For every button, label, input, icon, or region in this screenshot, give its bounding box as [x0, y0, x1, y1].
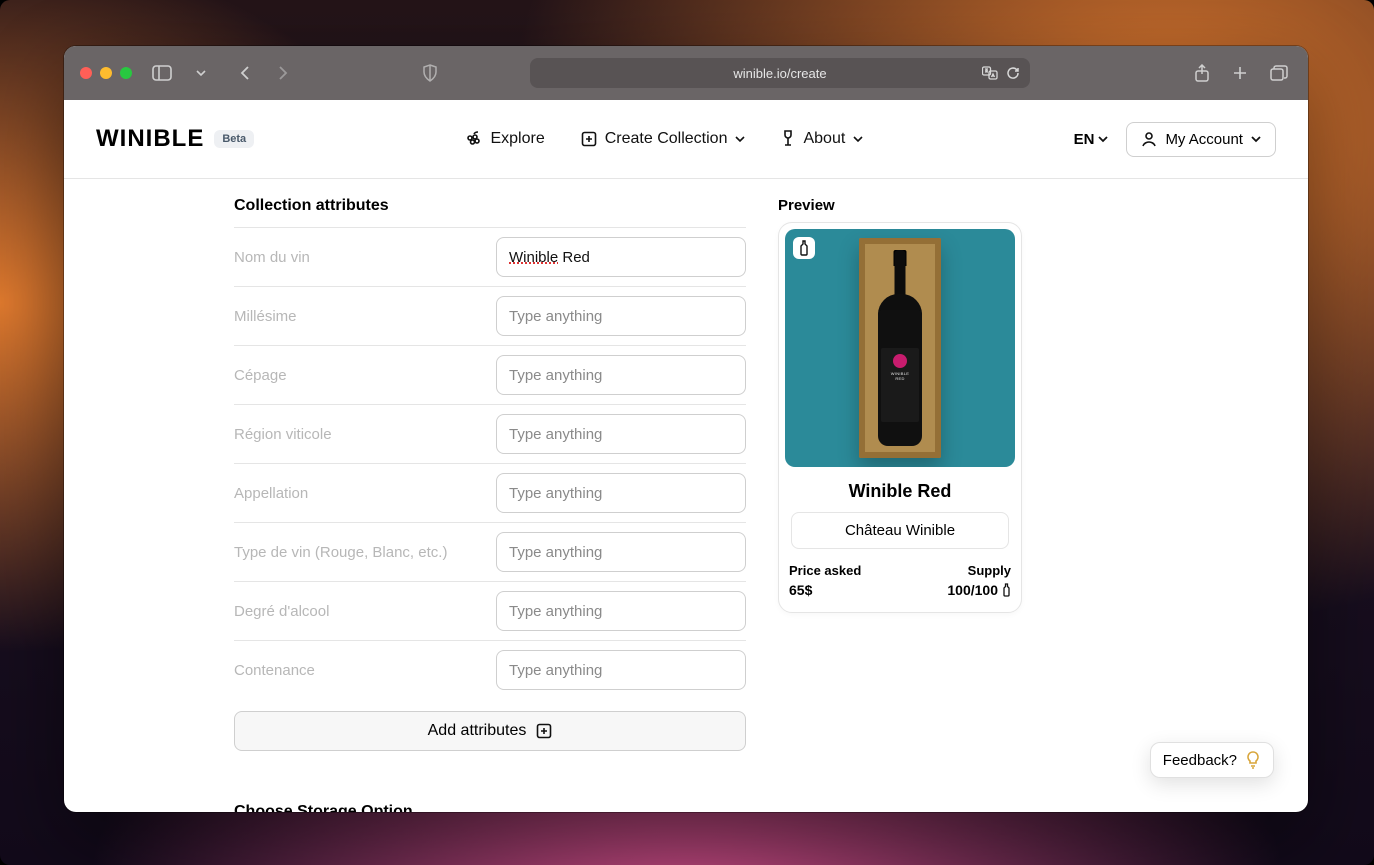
attribute-row: Type de vin (Rouge, Blanc, etc.): [234, 522, 746, 581]
preview-image: WINIBLERED: [785, 229, 1015, 467]
attribute-row: Millésime: [234, 286, 746, 345]
attribute-input[interactable]: Winible Red: [496, 237, 746, 277]
url-bar[interactable]: winible.io/create: [530, 58, 1030, 88]
preview-card: WINIBLERED Winible Red Château Winible P…: [778, 222, 1022, 613]
nav-explore[interactable]: Explore: [464, 130, 544, 148]
attribute-row: Degré d'alcool: [234, 581, 746, 640]
attribute-input[interactable]: [496, 532, 746, 572]
attribute-input[interactable]: [496, 591, 746, 631]
beta-badge: Beta: [214, 130, 254, 148]
attribute-row: Nom du vin Winible Red: [234, 227, 746, 286]
attribute-label: Région viticole: [234, 426, 484, 443]
account-button[interactable]: My Account: [1126, 122, 1276, 157]
supply-value: 100/100: [947, 582, 998, 598]
nav-about-label: About: [803, 130, 845, 148]
add-attributes-button[interactable]: Add attributes: [234, 711, 746, 751]
chevron-down-icon: [1251, 134, 1261, 144]
url-text: winible.io/create: [733, 66, 826, 81]
account-label: My Account: [1165, 131, 1243, 148]
traffic-lights: [80, 67, 132, 79]
attribute-input[interactable]: [496, 414, 746, 454]
bottle-label-line2: RED: [895, 376, 904, 381]
lightbulb-icon: [1245, 751, 1261, 769]
attribute-label: Type de vin (Rouge, Blanc, etc.): [234, 544, 484, 561]
chevron-down-icon[interactable]: [192, 64, 210, 82]
chevron-down-icon: [1098, 134, 1108, 144]
attribute-input[interactable]: [496, 296, 746, 336]
wine-glass-icon: [781, 130, 795, 148]
bottle-icon: [1002, 583, 1011, 597]
attribute-label: Contenance: [234, 662, 484, 679]
attribute-row: Cépage: [234, 345, 746, 404]
grape-icon: [464, 130, 482, 148]
reload-icon[interactable]: [1006, 66, 1020, 80]
new-tab-icon[interactable]: [1228, 61, 1252, 85]
language-label: EN: [1074, 131, 1095, 148]
chevron-down-icon: [735, 134, 745, 144]
nav-about[interactable]: About: [781, 130, 863, 148]
logo[interactable]: WINIBLE Beta: [96, 125, 254, 153]
price-label: Price asked: [789, 563, 861, 578]
translate-icon[interactable]: [982, 66, 998, 80]
fullscreen-window-button[interactable]: [120, 67, 132, 79]
feedback-button[interactable]: Feedback?: [1150, 742, 1274, 778]
shield-icon[interactable]: [418, 60, 442, 86]
section-heading-attributes: Collection attributes: [234, 197, 746, 215]
feedback-label: Feedback?: [1163, 752, 1237, 769]
attribute-label: Nom du vin: [234, 249, 484, 266]
forward-button[interactable]: [272, 61, 292, 85]
browser-toolbar: winible.io/create: [64, 46, 1308, 100]
attribute-row: Contenance: [234, 640, 746, 699]
back-button[interactable]: [236, 61, 256, 85]
site-header: WINIBLE Beta Explore: [64, 100, 1308, 179]
attribute-input[interactable]: [496, 355, 746, 395]
browser-window: winible.io/create: [64, 46, 1308, 812]
attribute-input[interactable]: [496, 650, 746, 690]
bottle-badge-icon: [793, 237, 815, 259]
attribute-row: Région viticole: [234, 404, 746, 463]
close-window-button[interactable]: [80, 67, 92, 79]
tabs-overview-icon[interactable]: [1266, 61, 1292, 85]
attribute-label: Cépage: [234, 367, 484, 384]
attribute-label: Millésime: [234, 308, 484, 325]
attribute-label: Appellation: [234, 485, 484, 502]
attribute-input[interactable]: [496, 473, 746, 513]
language-selector[interactable]: EN: [1074, 131, 1109, 148]
add-attributes-label: Add attributes: [428, 722, 527, 740]
preview-label: Preview: [778, 197, 1022, 214]
nav-create-collection[interactable]: Create Collection: [581, 130, 746, 148]
page: WINIBLE Beta Explore: [64, 100, 1308, 812]
share-icon[interactable]: [1190, 60, 1214, 86]
nav-explore-label: Explore: [490, 130, 544, 148]
plus-square-icon: [581, 131, 597, 147]
price-value: 65$: [789, 582, 812, 598]
logo-text: WINIBLE: [96, 125, 204, 153]
preview-title: Winible Red: [785, 481, 1015, 502]
nav-create-label: Create Collection: [605, 130, 728, 148]
plus-square-icon: [536, 723, 552, 739]
chevron-down-icon: [853, 134, 863, 144]
wood-box: WINIBLERED: [859, 238, 941, 458]
attribute-row: Appellation: [234, 463, 746, 522]
attribute-label: Degré d'alcool: [234, 603, 484, 620]
supply-label: Supply: [968, 563, 1011, 578]
section-heading-storage: Choose Storage Option: [234, 803, 746, 812]
sidebar-toggle-icon[interactable]: [148, 61, 176, 85]
user-icon: [1141, 131, 1157, 147]
producer-chip: Château Winible: [791, 512, 1009, 549]
minimize-window-button[interactable]: [100, 67, 112, 79]
wine-bottle: WINIBLERED: [878, 250, 922, 446]
